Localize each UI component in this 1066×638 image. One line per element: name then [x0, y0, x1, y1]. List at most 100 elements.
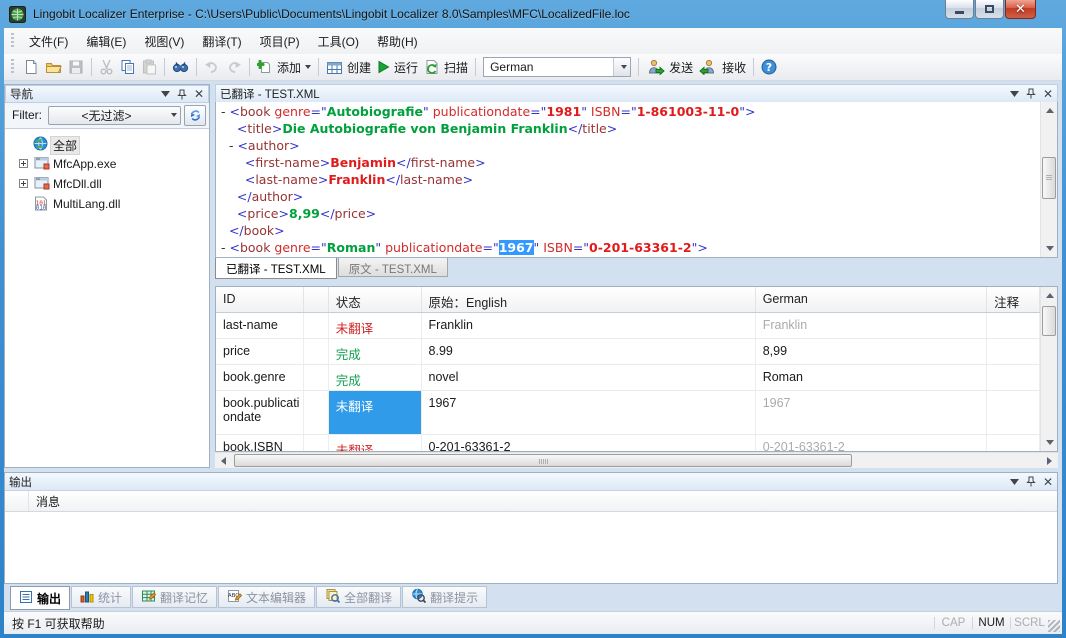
scroll-up-button[interactable]: [1041, 287, 1058, 304]
cell-target[interactable]: 8,99: [756, 339, 987, 364]
tree-item-mfcdll-dll[interactable]: MfcDll.dll: [5, 174, 209, 194]
scroll-left-button[interactable]: [215, 453, 232, 469]
cell-gutter[interactable]: [304, 365, 329, 390]
cell-status[interactable]: 完成: [329, 365, 422, 390]
grid-column-header[interactable]: ID: [216, 287, 304, 312]
cell-source[interactable]: 8.99: [422, 339, 756, 364]
cell-id[interactable]: book.ISBN: [216, 435, 304, 451]
menu-item[interactable]: 文件(F): [20, 29, 77, 54]
filter-combobox[interactable]: <无过滤>: [48, 106, 181, 125]
scan-button[interactable]: 扫描: [421, 56, 471, 78]
bottom-tab[interactable]: 全部翻译: [316, 586, 401, 608]
grid-horizontal-scrollbar[interactable]: [215, 452, 1058, 468]
cell-status[interactable]: 未翻译: [329, 435, 422, 451]
cell-note[interactable]: [987, 365, 1040, 390]
chevron-down-icon[interactable]: [1010, 479, 1019, 485]
grid-vertical-scrollbar[interactable]: [1040, 287, 1057, 451]
close-panel-icon[interactable]: ✕: [1043, 89, 1053, 99]
cell-id[interactable]: last-name: [216, 313, 304, 338]
cell-gutter[interactable]: [304, 339, 329, 364]
cell-target[interactable]: 0-201-63361-2: [756, 435, 987, 451]
receive-button[interactable]: 接收: [696, 56, 749, 78]
menu-item[interactable]: 项目(P): [251, 29, 309, 54]
scroll-down-button[interactable]: [1041, 240, 1058, 257]
menubar-grip[interactable]: [11, 33, 14, 49]
scroll-down-button[interactable]: [1041, 434, 1058, 451]
tree-item-mfcapp-exe[interactable]: MfcApp.exe: [5, 154, 209, 174]
cell-target[interactable]: Roman: [756, 365, 987, 390]
bottom-tab[interactable]: 翻译提示: [402, 586, 487, 608]
cell-source[interactable]: 1967: [422, 391, 756, 434]
grid-hscrollbar-thumb[interactable]: [234, 454, 852, 467]
close-button[interactable]: ✕: [1005, 0, 1036, 19]
editor-tab[interactable]: 已翻译 - TEST.XML: [215, 258, 337, 279]
cell-note[interactable]: [987, 313, 1040, 338]
cell-source[interactable]: 0-201-63361-2: [422, 435, 756, 451]
tree-expander-icon[interactable]: [19, 179, 28, 188]
close-panel-icon[interactable]: ✕: [194, 89, 204, 99]
table-row[interactable]: book.publicationdate未翻译19671967: [216, 391, 1040, 435]
cell-status[interactable]: 完成: [329, 339, 422, 364]
add-button[interactable]: 添加: [254, 56, 314, 78]
grid-column-header[interactable]: 原始：English: [422, 287, 756, 312]
menu-item[interactable]: 翻译(T): [193, 29, 250, 54]
grid-column-header[interactable]: 状态: [329, 287, 422, 312]
chevron-down-icon[interactable]: [161, 91, 170, 97]
table-row[interactable]: last-name未翻译FranklinFranklin: [216, 313, 1040, 339]
grid-column-header[interactable]: 注释: [987, 287, 1040, 312]
cell-id[interactable]: book.genre: [216, 365, 304, 390]
table-row[interactable]: book.ISBN未翻译0-201-63361-20-201-63361-2: [216, 435, 1040, 451]
grid-scrollbar-thumb[interactable]: [1042, 306, 1056, 336]
close-panel-icon[interactable]: ✕: [1043, 477, 1053, 487]
menu-item[interactable]: 视图(V): [135, 29, 193, 54]
pin-icon[interactable]: [1026, 476, 1036, 487]
cell-note[interactable]: [987, 391, 1040, 434]
filter-refresh-button[interactable]: [184, 105, 206, 126]
table-row[interactable]: book.genre 完成novelRoman: [216, 365, 1040, 391]
language-combobox[interactable]: German: [483, 57, 631, 77]
cell-id[interactable]: price: [216, 339, 304, 364]
grid-column-header[interactable]: German: [756, 287, 987, 312]
scroll-up-button[interactable]: [1041, 102, 1058, 119]
table-row[interactable]: price 完成8.998,99: [216, 339, 1040, 365]
bottom-tab[interactable]: ABC文本编辑器: [218, 586, 315, 608]
cell-gutter[interactable]: [304, 313, 329, 338]
cell-source[interactable]: novel: [422, 365, 756, 390]
pin-icon[interactable]: [1026, 88, 1036, 99]
copy-button[interactable]: [117, 56, 139, 78]
cell-note[interactable]: [987, 435, 1040, 451]
editor-scrollbar-thumb[interactable]: [1042, 157, 1056, 199]
cell-gutter[interactable]: [304, 435, 329, 451]
bottom-tab[interactable]: 输出: [10, 586, 70, 610]
message-column-header[interactable]: 消息: [5, 491, 1057, 512]
menu-item[interactable]: 工具(O): [309, 29, 368, 54]
new-file-button[interactable]: [20, 56, 42, 78]
run-button[interactable]: 运行: [374, 56, 421, 78]
tree-item-multilang-dll[interactable]: 101010MultiLang.dll: [5, 194, 209, 214]
open-folder-button[interactable]: [42, 56, 65, 78]
output-message-list[interactable]: [5, 512, 1057, 583]
chevron-down-icon[interactable]: [1010, 91, 1019, 97]
tree-item--[interactable]: 全部: [5, 134, 209, 154]
bottom-tab[interactable]: 翻译记忆: [132, 586, 217, 608]
menu-item[interactable]: 帮助(H): [368, 29, 427, 54]
create-button[interactable]: 创建: [323, 56, 374, 78]
maximize-button[interactable]: [975, 0, 1004, 19]
help-button[interactable]: ?: [758, 56, 780, 78]
editor-vertical-scrollbar[interactable]: [1040, 102, 1057, 257]
send-button[interactable]: 发送: [643, 56, 696, 78]
grid-column-header[interactable]: [304, 287, 329, 312]
scroll-right-button[interactable]: [1041, 453, 1058, 469]
pin-icon[interactable]: [177, 89, 187, 100]
find-button[interactable]: [169, 56, 192, 78]
cell-id[interactable]: book.publicationdate: [216, 391, 304, 434]
app-logo-icon[interactable]: [9, 6, 26, 23]
cell-status[interactable]: 未翻译: [329, 313, 422, 338]
xml-editor[interactable]: - <book genre="Autobiografie" publicatio…: [215, 102, 1058, 258]
editor-tab[interactable]: 原文 - TEST.XML: [338, 258, 448, 277]
cell-source[interactable]: Franklin: [422, 313, 756, 338]
cell-status[interactable]: 未翻译: [329, 391, 422, 434]
cell-target[interactable]: Franklin: [756, 313, 987, 338]
menu-item[interactable]: 编辑(E): [77, 29, 135, 54]
tree-expander-icon[interactable]: [19, 159, 28, 168]
